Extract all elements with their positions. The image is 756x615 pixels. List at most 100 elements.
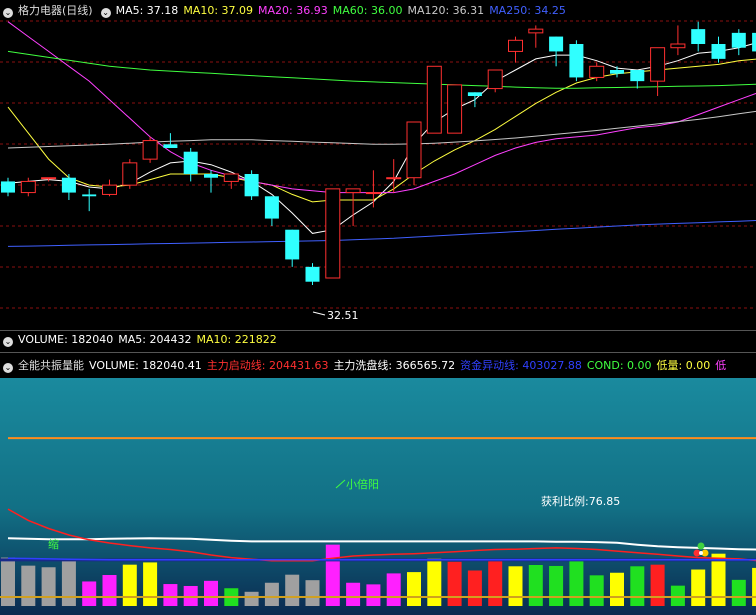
indicator-legend-item: 低量: 0.00	[656, 359, 711, 372]
ma-legend-item: MA120: 36.31	[407, 4, 485, 17]
volume-bar	[488, 559, 503, 606]
candle-body	[163, 144, 178, 148]
ma-legend: MA5: 37.18 MA10: 37.09 MA20: 36.93 MA60: 36…	[116, 4, 571, 17]
volume-bar	[447, 561, 462, 606]
candle	[630, 70, 645, 89]
volume-bar	[569, 558, 584, 606]
candle	[711, 36, 726, 63]
volume-bar	[61, 560, 76, 606]
volume-bar	[285, 574, 300, 606]
ma-line-ma20	[7, 21, 756, 194]
volume-legend-item: VOLUME: 182040	[18, 333, 114, 346]
ma-line-ma250	[7, 220, 756, 247]
candle-body	[711, 44, 726, 59]
candle	[61, 174, 76, 200]
candle-body	[345, 188, 361, 194]
candle-body	[102, 184, 117, 195]
ma-legend-item: MA250: 34.25	[489, 4, 566, 17]
candle-body	[731, 32, 746, 48]
ma-line-ma60	[7, 50, 756, 89]
candle	[569, 40, 584, 82]
candle-body	[610, 70, 624, 74]
volume-bar	[731, 579, 746, 606]
candle	[549, 36, 564, 67]
volume-bar	[143, 562, 158, 606]
main-header: ⌄ 格力电器(日线) ⌄ MA5: 37.18 MA10: 37.09 MA20: 36.…	[0, 3, 756, 19]
volume-bar	[122, 564, 137, 606]
candle-body	[305, 266, 320, 282]
volume-bar	[650, 564, 665, 606]
candle	[467, 92, 482, 108]
settings-icon[interactable]: ⌄	[100, 8, 111, 18]
volume-bar	[610, 572, 624, 606]
collapse-icon[interactable]: ⌄	[3, 363, 13, 373]
candle-body	[122, 162, 138, 186]
candle	[731, 29, 746, 56]
volume-bar	[670, 585, 685, 606]
candle	[183, 148, 198, 182]
candle-body	[508, 39, 523, 52]
moving-average-lines	[7, 21, 756, 247]
candle	[508, 36, 523, 63]
candle	[223, 173, 239, 189]
candle-body	[183, 151, 198, 174]
candle	[305, 263, 320, 286]
candle-body	[650, 47, 666, 82]
volume-bar	[244, 591, 259, 606]
candle-body	[569, 44, 584, 78]
candle	[122, 159, 138, 189]
volume-bar	[21, 565, 36, 606]
volume-bar	[407, 572, 421, 606]
candle	[82, 188, 97, 212]
candle-body	[285, 229, 300, 260]
volume-bar	[41, 567, 56, 606]
ma-legend-item: MA60: 36.00	[332, 4, 403, 17]
volume-bar	[264, 582, 279, 606]
candle-body	[752, 32, 756, 52]
volume-bar	[467, 570, 482, 606]
collapse-icon[interactable]: ⌄	[3, 8, 13, 18]
candle	[163, 133, 178, 148]
volume-bar	[752, 567, 756, 606]
stock-name: 格力电器	[18, 4, 62, 17]
volume-bar	[427, 558, 442, 606]
volume-bar	[691, 569, 706, 606]
volume-legend-item: MA10: 221822	[196, 333, 277, 346]
volume-bar	[528, 564, 543, 606]
suo-liang-label: 缩	[48, 538, 59, 551]
candlesticks	[1, 21, 756, 286]
low-price-pointer	[312, 311, 326, 316]
candle-body	[670, 43, 686, 49]
xiao-bei-yang-label: 小倍阳	[346, 477, 379, 491]
candle	[528, 25, 544, 48]
indicator-legend-item: VOLUME: 182040.41	[89, 359, 202, 372]
chart-canvas: 32.51 小倍阳 获利比例:76.85 缩	[0, 20, 756, 615]
panel-divider	[0, 330, 756, 331]
candle-body	[82, 194, 97, 197]
candle-body	[528, 28, 544, 34]
candle	[325, 188, 341, 279]
volume-bar	[305, 580, 320, 606]
volume-bar	[589, 575, 604, 606]
profit-ratio-label: 获利比例:76.85	[541, 494, 620, 508]
candle	[264, 196, 279, 226]
candle-body	[264, 196, 279, 219]
volume-legend-item: MA5: 204432	[118, 333, 192, 346]
candle	[650, 47, 666, 96]
indicator-legend: VOLUME: 182040.41 主力启动线: 204431.63 主力洗盘线: …	[89, 359, 731, 372]
volume-bar	[183, 585, 198, 606]
candle-body	[1, 181, 15, 193]
ma-legend-item: MA20: 36.93	[258, 4, 328, 17]
candle-body	[589, 65, 605, 78]
candle	[610, 66, 624, 78]
candle	[365, 170, 381, 208]
volume-bar	[630, 566, 645, 606]
ma-legend-item: MA10: 37.09	[183, 4, 254, 17]
volume-bar	[82, 581, 97, 606]
candle	[102, 179, 117, 197]
candle-body	[365, 192, 381, 195]
candle-body	[142, 140, 158, 160]
candle-body	[244, 174, 259, 197]
collapse-icon[interactable]: ⌄	[3, 337, 13, 347]
volume-header: ⌄ VOLUME: 182040 MA5: 204432 MA10: 221822	[0, 332, 756, 348]
